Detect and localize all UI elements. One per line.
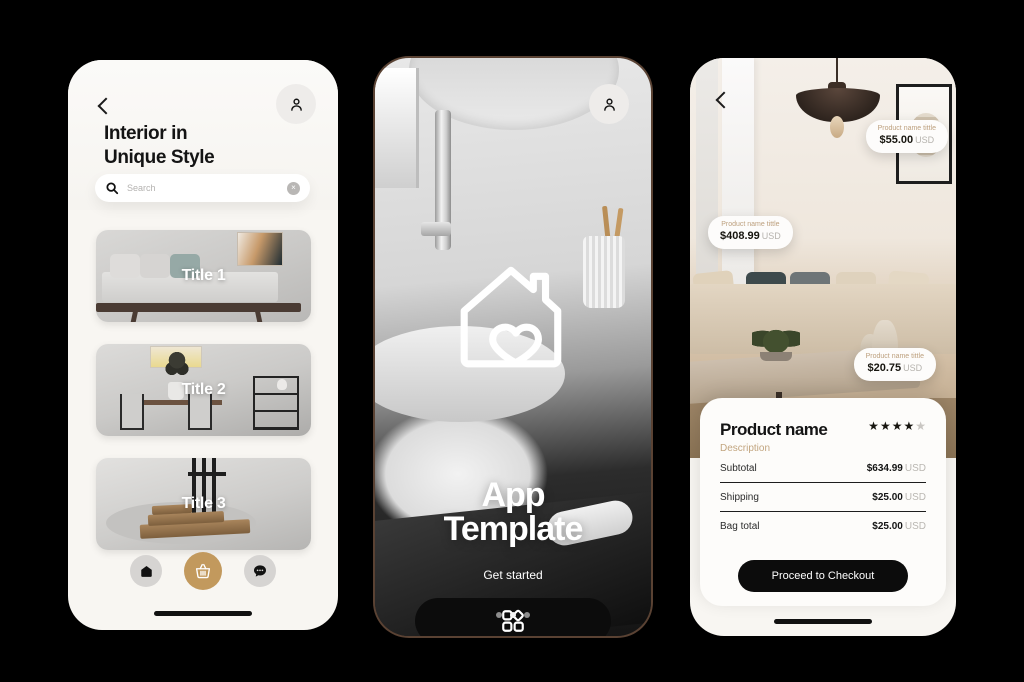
search-clear-button[interactable]: ×	[287, 181, 300, 195]
app-subtitle: Get started	[483, 568, 543, 582]
tag-product-name: Product name tittle	[721, 221, 780, 228]
summary-row-shipping: Shipping $25.00 USD	[720, 483, 926, 512]
shopping-basket-icon	[195, 563, 211, 579]
row-amount: $25.00	[872, 521, 903, 532]
category-card-list: Title 1 Title 2 Title 3	[96, 230, 311, 572]
nav-home-button[interactable]	[130, 555, 162, 587]
phone-screen-browse: Interior in Unique Style Search × Title …	[68, 60, 338, 630]
proceed-to-checkout-button[interactable]: Proceed to Checkout	[738, 560, 908, 592]
tag-price: $55.00 USD	[878, 133, 936, 147]
row-value: $634.99 USD	[867, 463, 926, 474]
product-price-tag[interactable]: Product name tittle $20.75 USD	[853, 348, 936, 381]
page-dot-active[interactable]	[510, 612, 516, 618]
row-label: Subtotal	[720, 463, 757, 474]
row-currency: USD	[904, 463, 926, 474]
tag-price-value: $408.99	[720, 229, 760, 242]
back-button[interactable]	[94, 96, 114, 116]
category-card[interactable]: Title 2	[96, 344, 311, 436]
row-currency: USD	[904, 521, 926, 532]
back-button[interactable]	[712, 90, 732, 110]
app-heading: App Template	[443, 476, 584, 548]
search-bar[interactable]: Search ×	[95, 174, 310, 202]
star-icon: ★	[891, 419, 903, 433]
home-indicator	[154, 611, 252, 616]
row-value: $25.00 USD	[872, 521, 926, 532]
row-label: Bag total	[720, 521, 760, 532]
row-value: $25.00 USD	[872, 492, 926, 503]
product-header: Product name Description ★ ★ ★ ★ ★	[720, 420, 926, 454]
star-icon-empty: ★	[915, 419, 926, 433]
nav-chat-button[interactable]	[244, 555, 276, 587]
star-icon: ★	[868, 419, 879, 433]
page-dot[interactable]	[524, 612, 530, 618]
phone-screen-splash: App Template Get started	[375, 58, 651, 636]
tag-price: $20.75 USD	[866, 361, 924, 375]
person-icon	[603, 98, 615, 111]
summary-row-subtotal: Subtotal $634.99 USD	[720, 454, 926, 483]
product-description: Description	[720, 443, 771, 454]
home-indicator	[774, 619, 872, 624]
star-icon: ★	[879, 419, 891, 433]
bottom-navigation	[68, 552, 338, 590]
tag-price-currency: USD	[761, 230, 781, 241]
product-name: Product name	[720, 420, 828, 439]
house-heart-icon	[460, 266, 562, 368]
star-icon: ★	[903, 419, 915, 433]
tag-price-value: $55.00	[879, 133, 914, 146]
nav-basket-button[interactable]	[184, 552, 222, 590]
category-card[interactable]: Title 3	[96, 458, 311, 550]
row-label: Shipping	[720, 492, 759, 503]
product-price-tag[interactable]: Product name tittle $55.00 USD	[865, 120, 948, 153]
chat-bubble-icon	[254, 565, 266, 577]
tag-price-currency: USD	[903, 362, 923, 373]
row-currency: USD	[904, 492, 926, 503]
page-indicator-dots	[375, 612, 651, 618]
profile-button[interactable]	[276, 84, 316, 124]
search-icon	[106, 182, 119, 195]
summary-row-bagtotal: Bag total $25.00 USD	[720, 512, 926, 540]
tag-price-value: $20.75	[867, 361, 902, 374]
row-amount: $634.99	[866, 463, 903, 474]
card-title: Title 1	[181, 267, 226, 284]
product-price-tag[interactable]: Product name tittle $408.99 USD	[708, 216, 793, 249]
card-title: Title 3	[181, 495, 226, 512]
screenshot-canvas: Interior in Unique Style Search × Title …	[0, 0, 1024, 682]
tag-product-name: Product name tittle	[865, 353, 924, 360]
product-details-panel: Product name Description ★ ★ ★ ★ ★ Subto…	[700, 398, 946, 606]
person-icon	[290, 98, 302, 111]
phone-screen-product: Product name tittle $55.00 USD Product na…	[690, 58, 956, 636]
home-icon	[140, 565, 152, 577]
card-title: Title 2	[181, 381, 226, 398]
tag-price-currency: USD	[915, 134, 935, 145]
app-logo	[452, 254, 574, 381]
search-input[interactable]: Search	[127, 183, 287, 193]
page-title: Interior in Unique Style	[104, 123, 215, 168]
tag-price: $408.99 USD	[720, 229, 781, 243]
rating-stars: ★ ★ ★ ★ ★	[868, 420, 926, 432]
row-amount: $25.00	[872, 492, 903, 503]
page-dot[interactable]	[496, 612, 502, 618]
category-card[interactable]: Title 1	[96, 230, 311, 322]
tag-product-name: Product name tittle	[877, 125, 936, 132]
profile-button[interactable]	[589, 84, 629, 124]
